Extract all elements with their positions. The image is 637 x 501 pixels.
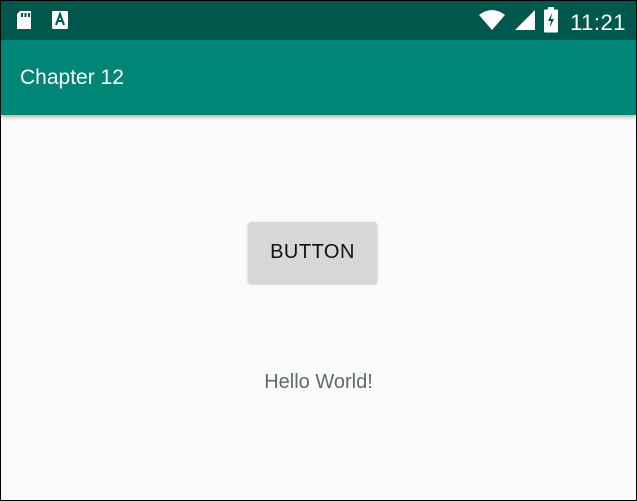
device-screen: 11:21 Chapter 12 BUTTON Hello World!	[0, 0, 637, 501]
hello-text: Hello World!	[264, 371, 373, 393]
battery-charging-icon	[544, 7, 559, 38]
status-left-icons	[15, 10, 69, 35]
app-bar: Chapter 12	[1, 40, 636, 115]
main-button[interactable]: BUTTON	[248, 222, 377, 283]
app-title: Chapter 12	[20, 66, 124, 89]
status-bar: 11:21	[1, 1, 636, 40]
main-content: BUTTON Hello World!	[1, 118, 636, 500]
a-notification-icon	[51, 10, 69, 35]
wifi-icon	[478, 8, 506, 37]
signal-icon	[514, 8, 536, 37]
status-time: 11:21	[570, 9, 626, 35]
sd-card-icon	[15, 10, 33, 35]
status-right-icons: 11:21	[478, 7, 626, 38]
